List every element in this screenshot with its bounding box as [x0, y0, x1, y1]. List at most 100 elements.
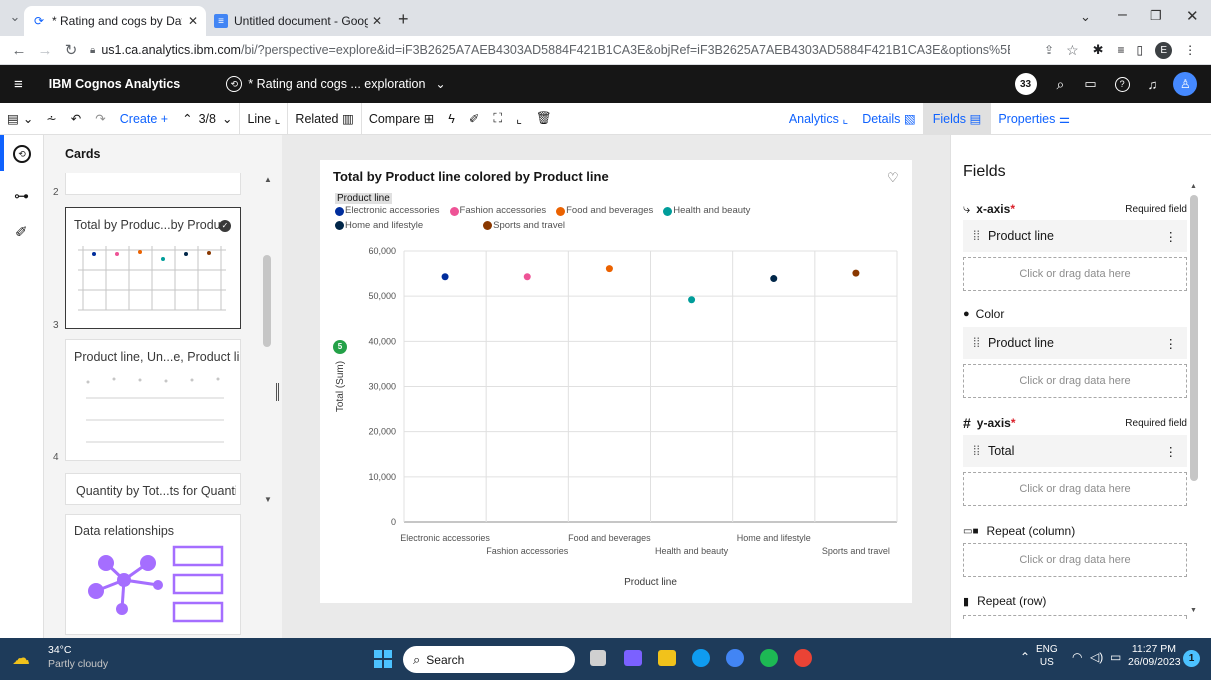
- insights-icon[interactable]: ϟ: [441, 103, 462, 135]
- user-icon[interactable]: ♙: [1173, 72, 1198, 96]
- color-drop-zone[interactable]: Click or drag data here: [963, 364, 1187, 398]
- close-icon[interactable]: ✕: [372, 14, 382, 28]
- card-partial[interactable]: [65, 173, 241, 195]
- weather-temp[interactable]: 34°C: [48, 644, 71, 656]
- y-axis-drop-zone[interactable]: Click or drag data here: [963, 472, 1187, 506]
- window-close-icon[interactable]: ✕: [1186, 7, 1199, 25]
- drag-handle-icon[interactable]: ⁞⁞: [973, 336, 980, 350]
- focus-icon[interactable]: ⛶: [486, 103, 509, 135]
- browser-menu-icon[interactable]: ⋮: [1184, 43, 1196, 57]
- profile-avatar[interactable]: E: [1155, 41, 1173, 59]
- panel-resize-handle[interactable]: [276, 383, 279, 401]
- repeat-row-drop-zone[interactable]: [963, 615, 1187, 619]
- reading-list-icon[interactable]: ≡: [1118, 43, 1125, 57]
- scrollbar-thumb[interactable]: [1190, 195, 1198, 481]
- pin-icon[interactable]: ✐: [462, 103, 486, 135]
- notification-badge[interactable]: 1: [1183, 650, 1200, 667]
- x-axis-drop-zone[interactable]: Click or drag data here: [963, 257, 1187, 291]
- tab-google-docs[interactable]: ≡ Untitled document - Google Do ✕: [206, 6, 390, 36]
- extensions-icon[interactable]: ✱: [1093, 42, 1104, 58]
- scroll-up-icon[interactable]: ▲: [1190, 183, 1197, 190]
- reload-icon[interactable]: ↻: [60, 41, 82, 59]
- color-field-pill[interactable]: ⁞⁞ Product line ⋮: [963, 327, 1187, 359]
- compare-button[interactable]: Compare ⊞: [362, 103, 441, 135]
- redo-icon[interactable]: ↷: [88, 103, 112, 135]
- next-card-icon[interactable]: ⌄: [220, 103, 239, 135]
- y-axis-field-pill[interactable]: ⁞⁞ Total ⋮: [963, 435, 1187, 467]
- overflow-menu-icon[interactable]: ⋮: [1165, 336, 1178, 351]
- scroll-down-icon[interactable]: ▼: [264, 495, 272, 504]
- help-icon[interactable]: ?: [1114, 76, 1130, 92]
- chart-type-icon[interactable]: ⌞: [509, 103, 529, 135]
- windows-start-icon[interactable]: [374, 650, 392, 668]
- relationships-icon[interactable]: ⊶: [14, 187, 29, 205]
- restore-icon[interactable]: ❐: [1150, 8, 1162, 24]
- clock[interactable]: 11:27 PM 26/09/2023: [1128, 643, 1181, 669]
- fields-scrollbar[interactable]: ▲ ▼: [1189, 183, 1199, 619]
- tab-cognos[interactable]: ⟳ * Rating and cogs by Date explo ✕: [24, 6, 206, 36]
- forward-icon[interactable]: →: [34, 42, 56, 59]
- cards-scrollbar[interactable]: ▲ ▼: [262, 175, 273, 505]
- taskbar-search-box[interactable]: ⌕ Search: [403, 646, 575, 673]
- weather-icon[interactable]: ☁︎: [12, 648, 30, 669]
- edge-icon[interactable]: [692, 649, 710, 667]
- tab-search-icon[interactable]: ⌄: [8, 10, 22, 24]
- card-total-by-product-line[interactable]: Total by Produc...by Product line ✓: [65, 207, 241, 329]
- properties-tab[interactable]: Properties ⚌: [991, 103, 1077, 135]
- side-panel-icon[interactable]: ▯: [1137, 43, 1144, 57]
- weather-desc[interactable]: Partly cloudy: [48, 658, 108, 670]
- tray-chevron-icon[interactable]: ⌃: [1020, 650, 1030, 664]
- chevron-down-icon[interactable]: ⌄: [435, 77, 445, 91]
- url-field[interactable]: 🔒︎ us1.ca.analytics.ibm.com /bi/?perspec…: [90, 43, 1010, 57]
- exploration-title[interactable]: * Rating and cogs ... exploration: [248, 77, 425, 91]
- chrome-icon[interactable]: [794, 649, 812, 667]
- bookmark-star-icon[interactable]: ☆: [1066, 42, 1079, 59]
- chart-card[interactable]: Total by Product line colored by Product…: [320, 160, 912, 603]
- volume-icon[interactable]: ◁): [1090, 650, 1103, 664]
- undo-icon[interactable]: ↶: [64, 103, 88, 135]
- details-tab[interactable]: Details ▧: [855, 103, 923, 135]
- scroll-down-icon[interactable]: ▼: [1190, 607, 1197, 614]
- pin-icon[interactable]: ✐: [15, 223, 28, 241]
- overflow-menu-icon[interactable]: ⋮: [1165, 444, 1178, 459]
- save-icon[interactable]: ▤: [0, 103, 21, 135]
- card-product-line-units[interactable]: Product line, Un...e, Product line: [65, 339, 241, 461]
- file-explorer-icon[interactable]: [658, 650, 676, 666]
- hamburger-menu-icon[interactable]: ≡: [14, 76, 23, 93]
- repeat-column-drop-zone[interactable]: Click or drag data here: [963, 543, 1187, 577]
- analytics-tab[interactable]: Analytics ⌞: [782, 103, 855, 135]
- tab-list-icon[interactable]: ⌄: [1080, 9, 1091, 25]
- back-icon[interactable]: ←: [8, 42, 30, 59]
- chrome-canary-icon[interactable]: [726, 649, 744, 667]
- related-button[interactable]: Related ▥: [288, 103, 360, 135]
- drag-handle-icon[interactable]: ⁞⁞: [973, 229, 980, 243]
- create-button[interactable]: Create +: [113, 103, 175, 135]
- spotify-icon[interactable]: [760, 649, 778, 667]
- search-icon[interactable]: ⌕: [1057, 76, 1065, 93]
- minimize-icon[interactable]: –: [1118, 6, 1127, 24]
- language-indicator[interactable]: ENG US: [1036, 643, 1058, 669]
- notifications-bell-icon[interactable]: ♫: [1148, 77, 1158, 92]
- line-button[interactable]: Line ⌞: [240, 103, 287, 135]
- share-icon[interactable]: ⇪: [1044, 43, 1054, 57]
- notification-count-badge[interactable]: 33: [1014, 73, 1037, 95]
- new-tab-icon[interactable]: +: [398, 9, 409, 30]
- save-dropdown-icon[interactable]: ⌄: [21, 103, 39, 135]
- share-link-icon[interactable]: ⩪: [39, 103, 63, 135]
- scrollbar-thumb[interactable]: [263, 255, 271, 347]
- overflow-menu-icon[interactable]: ⋮: [1165, 229, 1178, 244]
- previous-card-icon[interactable]: ⌃: [175, 103, 194, 135]
- x-axis-field-pill[interactable]: ⁞⁞ Product line ⋮: [963, 220, 1187, 252]
- battery-icon[interactable]: ▭: [1110, 650, 1121, 664]
- close-icon[interactable]: ✕: [188, 14, 198, 28]
- drag-handle-icon[interactable]: ⁞⁞: [973, 444, 980, 458]
- card-quantity-by-total[interactable]: Quantity by Tot...ts for Quantity: [65, 473, 241, 505]
- chat-icon[interactable]: ▭: [1084, 76, 1096, 92]
- card-data-relationships[interactable]: Data relationships: [65, 514, 241, 635]
- task-view-icon[interactable]: [590, 650, 606, 666]
- teams-icon[interactable]: [624, 650, 642, 666]
- scroll-up-icon[interactable]: ▲: [264, 175, 272, 184]
- fields-tab[interactable]: Fields ▤: [922, 102, 992, 135]
- delete-icon[interactable]: 🗑︎: [529, 103, 559, 135]
- wifi-icon[interactable]: ◠: [1072, 650, 1082, 664]
